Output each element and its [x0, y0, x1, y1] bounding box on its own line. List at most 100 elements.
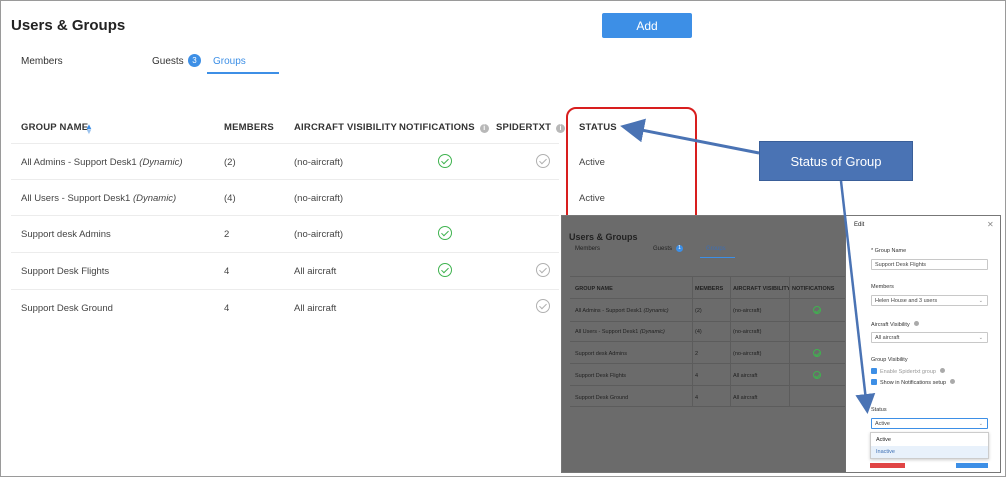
aircraft-visibility-cell: (no-aircraft)	[294, 157, 344, 168]
inset-group-name: All Admins - Support Desk1	[575, 308, 642, 314]
inset-active-tab-indicator	[700, 257, 735, 258]
inset-members-cell: (2)	[695, 308, 702, 314]
info-icon[interactable]	[939, 368, 945, 373]
spidertxt-check-icon	[536, 263, 550, 277]
group-name: Support Desk Ground	[21, 303, 113, 314]
spidertxt-check-icon	[536, 299, 550, 313]
tab-guests[interactable]: Guests	[152, 56, 184, 67]
column-header-notifications: NOTIFICATIONS i	[399, 122, 489, 133]
chevron-down-icon: ⌄	[978, 298, 983, 304]
notifications-enabled-check-icon	[438, 154, 452, 168]
inset-group-name-cell: Support Desk Ground	[575, 395, 629, 401]
members-cell: 4	[224, 266, 230, 277]
info-icon[interactable]	[913, 321, 919, 326]
group-name-label: * Group Name	[871, 248, 907, 254]
members-cell: 4	[224, 303, 230, 314]
inset-aircraft-cell: (no-aircraft)	[733, 329, 762, 335]
page-title: Users & Groups	[11, 17, 126, 34]
screenshot-frame: Users & Groups Add Members Guests 3 Grou…	[0, 0, 1006, 477]
aircraft-visibility-label-text: Aircraft Visibility	[871, 322, 910, 328]
inset-members-cell: 4	[695, 395, 699, 401]
inset-tab-members[interactable]: Members	[575, 246, 600, 252]
close-icon[interactable]: ✕	[987, 220, 994, 229]
inset-column-header-notifications: NOTIFICATIONS	[792, 286, 835, 292]
inset-members-cell: 4	[695, 373, 699, 379]
inset-group-name: All Users - Support Desk1	[575, 329, 639, 335]
column-header-group-name[interactable]: GROUP NAME	[21, 122, 88, 133]
inset-row-divider	[570, 385, 845, 386]
inset-members-cell: (4)	[695, 329, 702, 335]
inset-groups-table: Users & Groups Members Guests 1 Groups G…	[562, 216, 845, 472]
sort-ascending-icon[interactable]: ▲ ▼	[85, 122, 93, 142]
inset-group-name-cell: All Admins - Support Desk1 (Dynamic)	[575, 308, 669, 314]
inset-row-divider	[570, 321, 845, 322]
inset-group-name-cell: Support desk Admins	[575, 351, 627, 357]
enable-spidertxt-option: Enable Spidertxt group	[880, 368, 945, 375]
inset-column-header-group-name: GROUP NAME	[575, 286, 613, 292]
save-button[interactable]	[956, 463, 988, 468]
active-tab-indicator	[207, 72, 279, 74]
info-icon[interactable]: i	[556, 124, 566, 133]
inset-tab-groups[interactable]: Groups	[706, 246, 726, 252]
members-value: Helen House and 3 users	[875, 297, 938, 304]
edit-panel-title: Edit	[854, 222, 865, 228]
group-name-cell[interactable]: All Admins - Support Desk1 (Dynamic)	[21, 157, 183, 168]
enable-spidertxt-checkbox[interactable]	[871, 368, 877, 374]
group-name-cell[interactable]: All Users - Support Desk1 (Dynamic)	[21, 193, 176, 204]
info-icon[interactable]: i	[479, 124, 489, 133]
aircraft-visibility-select[interactable]: All aircraft ⌄	[871, 332, 988, 343]
edit-group-inset-screenshot: Users & Groups Members Guests 1 Groups G…	[561, 215, 1001, 473]
column-header-spidertxt: SPIDERTXT i	[496, 122, 566, 133]
notifications-header-label: NOTIFICATIONS	[399, 122, 475, 133]
inset-guests-count-badge: 1	[676, 245, 683, 252]
group-name: All Users - Support Desk1	[21, 193, 131, 204]
column-header-aircraft-visibility: AIRCRAFT VISIBILITY	[294, 122, 398, 133]
aircraft-visibility-value: All aircraft	[875, 334, 900, 341]
group-name-input[interactable]: Support Desk Flights	[871, 259, 988, 270]
info-icon[interactable]	[950, 379, 956, 384]
chevron-down-icon: ⌄	[978, 335, 983, 341]
tab-members[interactable]: Members	[21, 56, 63, 67]
row-divider	[11, 179, 559, 180]
inset-aircraft-cell: All aircraft	[733, 373, 758, 379]
status-option-active[interactable]: Active	[871, 434, 988, 446]
tab-groups[interactable]: Groups	[213, 56, 246, 67]
members-cell: (4)	[224, 193, 236, 204]
row-divider	[11, 289, 559, 290]
status-value: Active	[875, 420, 890, 427]
status-of-group-callout: Status of Group	[759, 141, 913, 181]
add-button[interactable]: Add	[602, 13, 692, 38]
delete-button[interactable]	[870, 463, 905, 468]
members-select[interactable]: Helen House and 3 users ⌄	[871, 295, 988, 306]
inset-row-divider	[570, 406, 845, 407]
inset-aircraft-cell: (no-aircraft)	[733, 308, 762, 314]
inset-notifications-check-icon	[813, 349, 821, 357]
status-select[interactable]: Active ⌄	[871, 418, 988, 429]
notifications-enabled-check-icon	[438, 263, 452, 277]
inset-page-title: Users & Groups	[569, 232, 638, 242]
spidertxt-check-icon	[536, 154, 550, 168]
group-name: Support desk Admins	[21, 229, 111, 240]
inset-tab-guests[interactable]: Guests	[653, 246, 672, 252]
inset-aircraft-cell: (no-aircraft)	[733, 351, 762, 357]
group-name-cell[interactable]: Support Desk Ground	[21, 303, 113, 314]
inset-row-divider	[570, 341, 845, 342]
group-name: All Admins - Support Desk1	[21, 157, 137, 168]
notifications-enabled-check-icon	[438, 226, 452, 240]
group-type-tag: (Dynamic)	[132, 193, 177, 204]
group-name-cell[interactable]: Support Desk Flights	[21, 266, 109, 277]
inset-group-name-cell: All Users - Support Desk1 (Dynamic)	[575, 329, 665, 335]
inset-group-name-cell: Support Desk Flights	[575, 373, 627, 379]
show-notifications-checkbox[interactable]	[871, 379, 877, 385]
status-label: Status	[871, 407, 887, 413]
show-notifications-option: Show in Notifications setup	[880, 379, 956, 386]
group-name-cell[interactable]: Support desk Admins	[21, 229, 111, 240]
members-cell: 2	[224, 229, 230, 240]
group-visibility-label: Group Visibility	[871, 357, 908, 363]
aircraft-visibility-cell: (no-aircraft)	[294, 229, 344, 240]
status-dropdown-menu: Active Inactive	[870, 432, 989, 459]
status-option-inactive[interactable]: Inactive	[871, 446, 988, 458]
inset-members-cell: 2	[695, 351, 699, 357]
aircraft-visibility-cell: (no-aircraft)	[294, 193, 344, 204]
show-notifications-label: Show in Notifications setup	[880, 380, 947, 386]
